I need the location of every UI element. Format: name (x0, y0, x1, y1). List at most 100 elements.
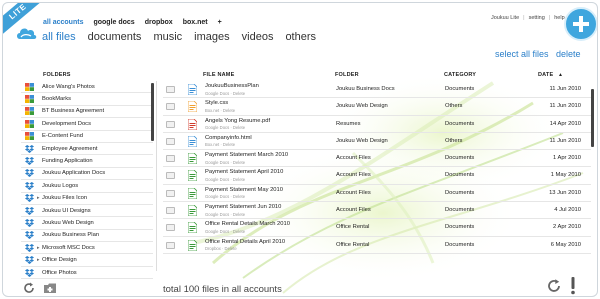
row-checkbox[interactable] (166, 172, 175, 180)
table-row[interactable]: Companyinfo.html Box.net · Delete Joukuu W… (163, 133, 591, 151)
setting-link[interactable]: setting (529, 15, 545, 21)
file-name-link[interactable]: Angels Yong Resume.pdf (205, 118, 270, 124)
file-name-link[interactable]: Companyinfo.html (205, 135, 252, 141)
table-row[interactable]: Angels Yong Resume.pdf Google Docs · Dele… (163, 116, 591, 133)
table-row[interactable]: JoukuuBusinessPlan Google Docs · Delete Jo… (163, 81, 591, 99)
row-checkbox[interactable] (166, 120, 175, 128)
add-button[interactable] (564, 7, 597, 41)
table-row[interactable]: Payment Statement March 2010 Google Docs … (163, 150, 591, 168)
tab-others[interactable]: others (285, 31, 316, 43)
folder-scrollbar[interactable] (151, 83, 154, 141)
folder-item[interactable]: Joukuu Web Design (21, 217, 153, 230)
expand-arrow-icon[interactable]: ▸ (37, 195, 40, 201)
file-source-actions[interactable]: Google Docs · Delete (205, 229, 245, 234)
table-row[interactable]: Office Rental Details March 2010 Google D… (163, 219, 591, 237)
file-name-link[interactable]: Style.css (205, 100, 228, 106)
refresh-files-icon[interactable] (547, 279, 561, 293)
cloud-logo-icon (17, 28, 37, 39)
refresh-folders-icon[interactable] (23, 282, 35, 294)
file-source-actions[interactable]: Google Docs · Delete (205, 91, 245, 96)
folder-item[interactable]: BT Business Agreement (21, 106, 153, 119)
tab-images[interactable]: images (194, 31, 229, 43)
file-source-actions[interactable]: Box.net · Delete (205, 142, 235, 147)
expand-arrow-icon[interactable]: ▸ (37, 245, 40, 251)
table-row[interactable]: Payment Statement May 2010 Google Docs · … (163, 185, 591, 203)
file-name-link[interactable]: Payment Statement Jun 2010 (205, 204, 281, 210)
folder-label: Joukuu Files Icon (42, 195, 88, 202)
folder-item[interactable]: ▸ Microsoft MSC Docs (21, 242, 153, 255)
tab-documents[interactable]: documents (88, 31, 142, 43)
file-name-link[interactable]: Payment Statement March 2010 (205, 152, 288, 158)
row-checkbox[interactable] (166, 86, 175, 93)
add-account-tab[interactable]: + (218, 19, 222, 26)
pdf-icon (188, 118, 197, 130)
file-name-link[interactable]: JoukuuBusinessPlan (205, 83, 259, 89)
file-source-actions[interactable]: Dropbox · Delete (205, 246, 237, 251)
file-name-link[interactable]: Office Rental Details April 2010 (205, 239, 285, 245)
folder-item[interactable]: ▸ Office Design (21, 254, 153, 267)
tab-music[interactable]: music (153, 31, 182, 43)
file-source-actions[interactable]: Google Docs · Delete (205, 194, 245, 199)
file-name-link[interactable]: Office Rental Details March 2010 (205, 221, 290, 227)
select-all-files-link[interactable]: select all files (495, 49, 549, 59)
folder-item[interactable]: Joukuu Logos (21, 180, 153, 193)
table-row[interactable]: Payment Statement Jun 2010 Google Docs · … (163, 202, 591, 220)
table-row[interactable]: Style.css Box.net · Delete Joukuu Web Desi… (163, 98, 591, 116)
file-date: 2 Apr 2010 (552, 224, 581, 231)
file-source-actions[interactable]: Google Docs · Delete (205, 212, 245, 217)
sheet-icon (188, 205, 197, 217)
row-checkbox[interactable] (166, 155, 175, 163)
dropbox-icon (25, 194, 34, 203)
alert-icon[interactable] (569, 277, 577, 295)
file-name-link[interactable]: Payment Statement May 2010 (205, 187, 283, 193)
folder-item[interactable]: Employee Agreement (21, 143, 153, 156)
folder-item[interactable]: Joukuu Business Plan (21, 230, 153, 243)
file-scrollbar[interactable] (591, 89, 594, 147)
tab-all-accounts[interactable]: all accounts (43, 19, 83, 26)
file-source-actions[interactable]: Google Docs · Delete (205, 177, 245, 182)
folder-label: Joukuu Logos (42, 182, 79, 189)
category-tabs: all files documents music images videos … (42, 31, 316, 43)
row-checkbox[interactable] (166, 103, 175, 111)
folder-list: Alice Wang's Photos BookMarks BT Business … (21, 81, 153, 280)
tab-dropbox[interactable]: dropbox (145, 19, 173, 26)
folder-item[interactable]: Joukuu UI Designs (21, 205, 153, 218)
row-checkbox[interactable] (166, 224, 175, 232)
row-checkbox[interactable] (166, 137, 175, 145)
file-name-header[interactable]: FILE NAME (203, 72, 234, 78)
row-checkbox[interactable] (166, 189, 175, 197)
tab-google-docs[interactable]: google docs (93, 19, 134, 26)
dropbox-icon (25, 181, 34, 190)
table-row[interactable]: Office Rental Details April 2010 Dropbox … (163, 237, 591, 254)
folder-item[interactable]: ▸ Joukuu Files Icon (21, 193, 153, 205)
file-source-actions[interactable]: Google Docs · Delete (205, 125, 245, 130)
folder-item[interactable]: Funding Application (21, 155, 153, 168)
folder-item[interactable]: Alice Wang's Photos (21, 81, 153, 94)
delete-link[interactable]: delete (556, 49, 581, 59)
tab-box-net[interactable]: box.net (183, 19, 208, 26)
expand-arrow-icon[interactable]: ▸ (37, 257, 40, 263)
file-name-link[interactable]: Payment Statement April 2010 (205, 169, 283, 175)
file-source-actions[interactable]: Google Docs · Delete (205, 160, 245, 165)
tab-videos[interactable]: videos (242, 31, 274, 43)
help-link[interactable]: help (554, 15, 564, 21)
folder-item[interactable]: Development Docs (21, 118, 153, 131)
tab-all-files[interactable]: all files (42, 31, 76, 43)
folder-item[interactable]: E-Content Fund (21, 131, 153, 143)
row-checkbox[interactable] (166, 207, 175, 215)
folder-header[interactable]: FOLDER (335, 72, 359, 78)
date-header[interactable]: DATE (538, 72, 553, 78)
folder-item[interactable]: BookMarks (21, 93, 153, 106)
table-row[interactable]: Payment Statement April 2010 Google Docs … (163, 167, 591, 185)
sort-ascending-icon[interactable]: ▲ (558, 72, 563, 78)
folders-header: FOLDERS (43, 72, 71, 78)
css-icon (188, 101, 197, 113)
file-category: Documents (445, 120, 475, 127)
new-folder-icon[interactable] (43, 282, 57, 294)
file-source-actions[interactable]: Box.net · Delete (205, 108, 235, 113)
folder-item[interactable]: Joukuu Application Docs (21, 168, 153, 181)
file-date: 14 Apr 2010 (549, 120, 581, 127)
category-header[interactable]: CATEGORY (444, 72, 476, 78)
folder-item[interactable]: Office Photos (21, 267, 153, 280)
row-checkbox[interactable] (166, 241, 175, 249)
